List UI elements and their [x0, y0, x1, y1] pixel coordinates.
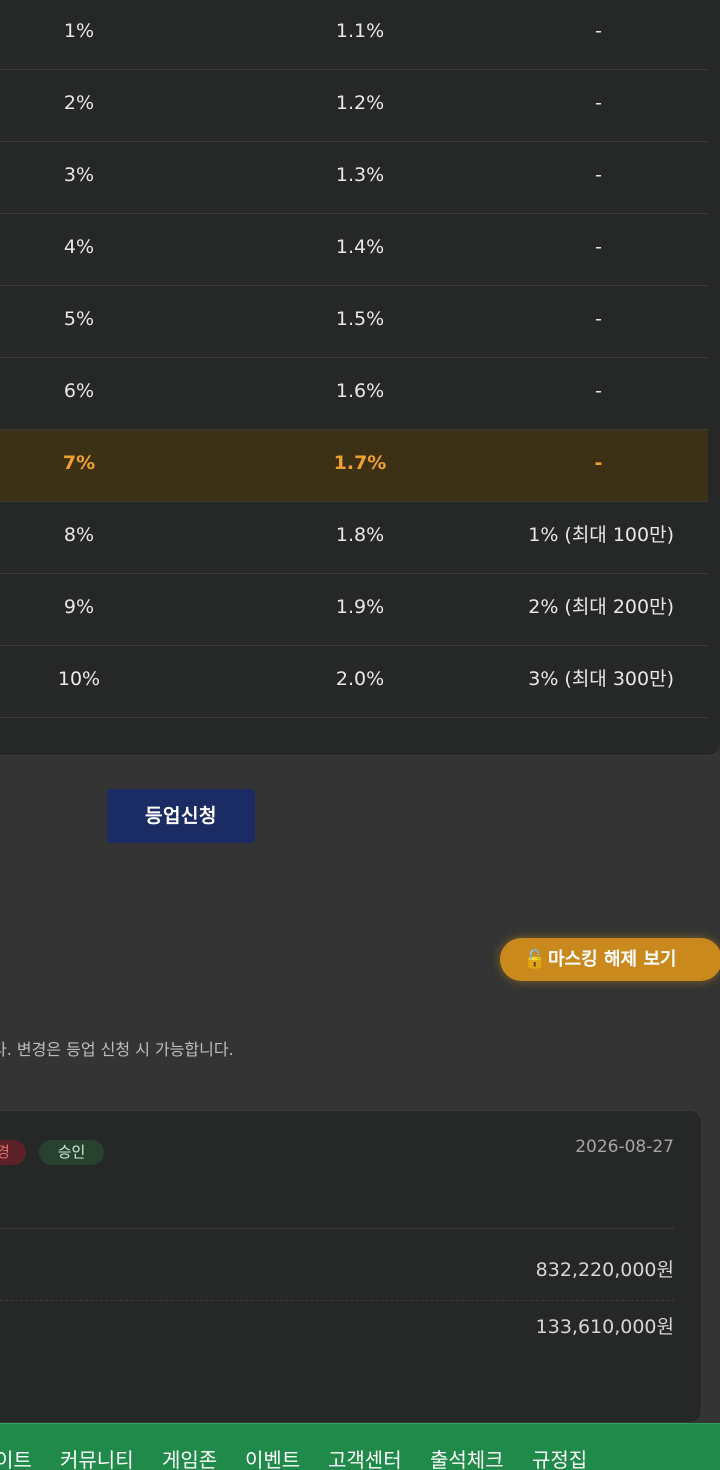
table-row: 3% 1.3% - — [0, 141, 708, 213]
status-badge-partial: 경 — [0, 1140, 26, 1165]
divider-dashed — [0, 1300, 674, 1301]
nav-item-community[interactable]: 커뮤니티 — [60, 1444, 134, 1470]
table-cell-extra: 2% (최대 200만) — [528, 596, 674, 618]
unmask-view-label: 마스킹 해제 보기 — [548, 949, 677, 970]
divider — [0, 1228, 674, 1229]
amount-value-2: 133,610,000원 — [535, 1316, 674, 1338]
unlock-icon: 🔓 — [523, 949, 547, 970]
table-row-current-level: 7% 1.7% - — [0, 429, 708, 501]
table-cell-level-rate: 7% — [62, 452, 96, 474]
change-notice-text: 다. 변경은 등업 신청 시 가능합니다. — [0, 1040, 234, 1059]
table-row: 2% 1.2% - — [0, 69, 708, 141]
rate-table-card: 1% 1.1% - 2% 1.2% - 3% 1.3% - 4% 1.4% - … — [0, 0, 720, 755]
nav-item-gamezone[interactable]: 게임존 — [162, 1444, 217, 1470]
rate-table: 1% 1.1% - 2% 1.2% - 3% 1.3% - 4% 1.4% - … — [0, 0, 708, 718]
unmask-view-button[interactable]: 🔓마스킹 해제 보기 — [500, 938, 720, 981]
nav-item-support[interactable]: 고객센터 — [328, 1444, 402, 1470]
record-date: 2026-08-27 — [575, 1137, 674, 1157]
table-cell-bonus-rate: 1.9% — [335, 596, 385, 618]
table-row: 8% 1.8% 1% (최대 100만) — [0, 501, 708, 573]
nav-item-attendance[interactable]: 출석체크 — [430, 1444, 504, 1470]
table-row: 10% 2.0% 3% (최대 300만) — [0, 645, 708, 718]
table-cell-bonus-rate: 2.0% — [335, 668, 385, 690]
table-cell-extra: - — [595, 92, 602, 114]
table-cell-level-rate: 5% — [63, 308, 95, 330]
table-cell-level-rate: 1% — [63, 20, 95, 42]
table-row: 5% 1.5% - — [0, 285, 708, 357]
table-cell-level-rate: 8% — [63, 524, 95, 546]
table-cell-extra: - — [595, 164, 602, 186]
table-cell-bonus-rate: 1.3% — [335, 164, 385, 186]
table-cell-level-rate: 4% — [63, 236, 95, 258]
table-cell-level-rate: 6% — [63, 380, 95, 402]
status-badge-approved: 승인 — [39, 1140, 104, 1165]
nav-item-rules[interactable]: 규정집 — [532, 1444, 587, 1470]
upgrade-request-button[interactable]: 등업신청 — [107, 789, 255, 843]
table-row: 6% 1.6% - — [0, 357, 708, 429]
nav-item-site[interactable]: 이트 — [0, 1444, 32, 1470]
table-cell-bonus-rate: 1.2% — [335, 92, 385, 114]
table-cell-level-rate: 9% — [63, 596, 95, 618]
amount-value-1: 832,220,000원 — [535, 1259, 674, 1281]
table-cell-bonus-rate: 1.8% — [335, 524, 385, 546]
table-cell-extra: - — [595, 308, 602, 330]
table-cell-bonus-rate: 1.5% — [335, 308, 385, 330]
bottom-nav: 이트 커뮤니티 게임존 이벤트 고객센터 출석체크 규정집 — [0, 1423, 720, 1470]
table-cell-extra: 3% (최대 300만) — [528, 668, 674, 690]
table-cell-bonus-rate: 1.1% — [335, 20, 385, 42]
table-cell-bonus-rate: 1.6% — [335, 380, 385, 402]
table-cell-extra: 1% (최대 100만) — [528, 524, 674, 546]
table-cell-level-rate: 2% — [63, 92, 95, 114]
table-cell-bonus-rate: 1.4% — [335, 236, 385, 258]
table-row: 9% 1.9% 2% (최대 200만) — [0, 573, 708, 645]
nav-item-event[interactable]: 이벤트 — [245, 1444, 300, 1470]
table-cell-extra: - — [595, 380, 602, 402]
table-cell-extra: - — [594, 452, 603, 474]
table-cell-level-rate: 3% — [63, 164, 95, 186]
table-row: 4% 1.4% - — [0, 213, 708, 285]
table-row: 1% 1.1% - — [0, 0, 708, 69]
table-cell-extra: - — [595, 20, 602, 42]
table-cell-extra: - — [595, 236, 602, 258]
table-cell-level-rate: 10% — [57, 668, 101, 690]
table-cell-bonus-rate: 1.7% — [333, 452, 387, 474]
